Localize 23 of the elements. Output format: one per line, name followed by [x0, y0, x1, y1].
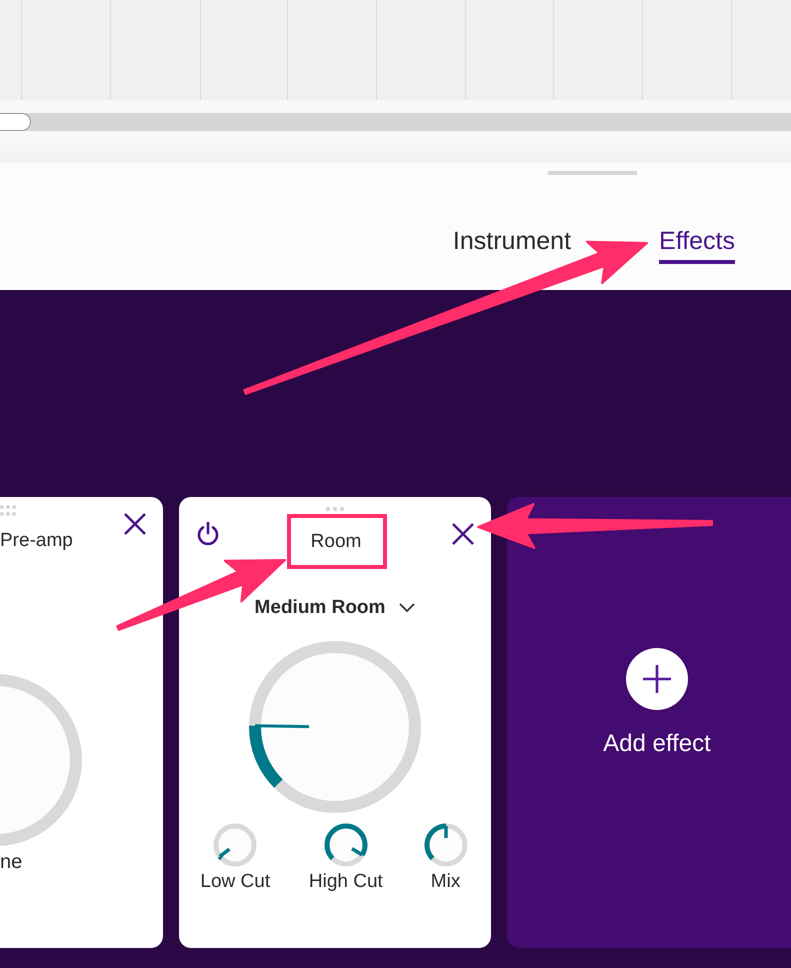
knob[interactable] [422, 821, 470, 869]
knob-label: High Cut [308, 871, 383, 893]
grip-icon[interactable] [0, 505, 17, 517]
preset-dropdown[interactable]: Medium Room [254, 597, 416, 619]
knob-label: Mix [430, 871, 460, 893]
plus-icon [626, 648, 688, 710]
scrollbar-track[interactable] [0, 113, 791, 131]
drag-handle[interactable] [548, 171, 637, 175]
power-icon[interactable] [195, 521, 221, 547]
knob-label: Low Cut [200, 871, 270, 893]
tab[interactable]: Instrument [452, 227, 572, 264]
effect-title: Room [310, 530, 362, 553]
scrollbar-thumb[interactable] [0, 113, 31, 131]
close-icon[interactable] [123, 512, 147, 536]
knob[interactable] [211, 821, 260, 869]
chevron-down-icon [399, 603, 416, 613]
effect-title: Pre-amp [0, 530, 73, 552]
grip-icon[interactable] [325, 506, 345, 512]
close-icon[interactable] [451, 522, 475, 546]
add-effect-button[interactable]: Add effect [507, 497, 791, 948]
tab[interactable]: Effects [659, 227, 735, 264]
knob[interactable] [322, 821, 370, 869]
knob-label: ne [0, 851, 22, 874]
